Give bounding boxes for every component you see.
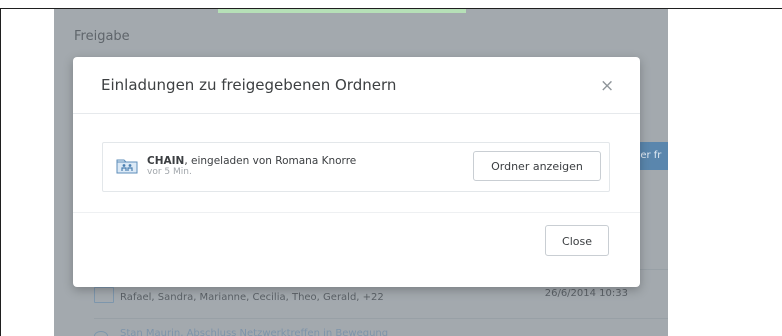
shared-folder-icon: [116, 159, 138, 174]
shared-folder-row[interactable]: Rafael, Sandra, Marianne, Cecilia, Theo,…: [94, 284, 668, 320]
folder-members: Rafael, Sandra, Marianne, Cecilia, Theo,…: [120, 292, 384, 303]
folder-icon: [94, 331, 108, 336]
invitation-time: vor 5 Min.: [147, 167, 192, 177]
folder-name: CHAIN: [147, 155, 185, 167]
window-left-border: [0, 8, 1, 336]
list-divider: [94, 318, 668, 319]
folder-row-title[interactable]: Stan Maurin, Abschluss Netzwerktreffen i…: [120, 328, 388, 336]
close-button[interactable]: Close: [545, 225, 609, 256]
shared-folder-icon: [94, 284, 114, 303]
close-icon[interactable]: ×: [600, 78, 614, 95]
invitation-text: CHAIN, eingeladen von Romana Knorre: [147, 155, 356, 167]
invited-by: , eingeladen von Romana Knorre: [184, 155, 357, 167]
open-folder-button[interactable]: Ordner anzeigen: [473, 151, 601, 181]
progress-bar: [218, 9, 466, 13]
modal-title: Einladungen zu freigegebenen Ordnern: [101, 76, 397, 94]
modal-footer-divider: [73, 212, 640, 213]
section-title: Freigabe: [74, 29, 130, 44]
modal-header: Einladungen zu freigegebenen Ordnern ×: [73, 57, 640, 114]
invitations-modal: Einladungen zu freigegebenen Ordnern × C…: [73, 57, 640, 287]
folder-date: 26/6/2014 10:33: [544, 288, 628, 299]
